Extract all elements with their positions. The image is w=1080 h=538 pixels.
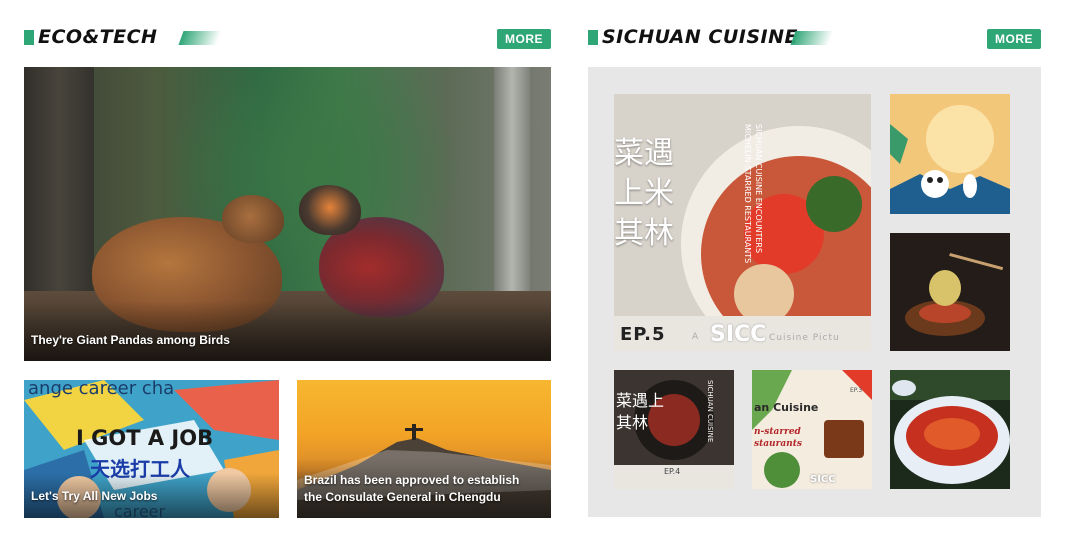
ep3-brand: SICC — [810, 474, 836, 485]
section-title-accent — [790, 31, 834, 45]
ep3-tag: EP.3 — [850, 387, 863, 394]
ep4-episode: EP.4 — [664, 467, 681, 476]
ep3-subtitle: n-starred staurants — [754, 427, 802, 449]
art-text-top: ange career cha — [28, 380, 175, 399]
brand-sub: A — [692, 332, 699, 342]
sichuan-tile-bowl[interactable] — [890, 370, 1010, 489]
main-tile-cn-title: 菜遇上米其林 — [614, 136, 674, 251]
art-text-main: I GOT A JOB — [76, 426, 214, 450]
feature-card-birds[interactable]: They're Giant Pandas among Birds — [24, 67, 551, 361]
sichuan-tile-ep4[interactable]: 菜遇上其林 SICHUAN CUISINE EP.4 — [614, 370, 734, 489]
episode-label: EP.5 — [620, 324, 666, 345]
sichuan-tile-dumpling[interactable] — [890, 233, 1010, 351]
bird-right-head — [299, 185, 361, 235]
sichuan-more-button[interactable]: MORE — [987, 29, 1041, 49]
main-tile-en-vertical: SICHUAN CUISINE ENCOUNTERS MICHELIN-STAR… — [743, 124, 763, 264]
dumpling-artwork — [890, 233, 1010, 351]
sichuan-main-tile[interactable]: 菜遇上米其林 SICHUAN CUISINE ENCOUNTERS MICHEL… — [614, 94, 871, 351]
bowl-artwork — [890, 370, 1010, 489]
bird-left-head — [222, 195, 284, 243]
section-title-accent — [178, 31, 222, 45]
caption-shade — [24, 301, 551, 361]
sichuan-cuisine-header: SICHUAN CUISINE MORE — [588, 24, 1041, 52]
tagline: Cuisine Pictu — [769, 333, 840, 343]
eco-tech-more-button[interactable]: MORE — [497, 29, 551, 49]
card-brazil-consulate[interactable]: Brazil has been approved to establish th… — [297, 380, 551, 518]
card-caption: Brazil has been approved to establish th… — [304, 473, 520, 504]
sichuan-tile-ep3[interactable]: EP.3 an Cuisine n-starred staurants SICC — [752, 370, 872, 489]
sichuan-panel: 菜遇上米其林 SICHUAN CUISINE ENCOUNTERS MICHEL… — [588, 67, 1041, 517]
section-marker-icon — [24, 30, 34, 45]
ep4-cn-title: 菜遇上其林 — [616, 391, 665, 432]
ep3-title: an Cuisine — [754, 401, 819, 414]
sichuan-tile-moon-panda[interactable] — [890, 94, 1010, 214]
section-title: SICHUAN CUISINE — [602, 26, 798, 48]
eco-tech-header: ECO&TECH MORE — [24, 24, 551, 52]
section-marker-icon — [588, 30, 598, 45]
card-caption: Let's Try All New Jobs — [31, 489, 158, 503]
moon-panda-artwork — [890, 94, 1010, 214]
feature-caption: They're Giant Pandas among Birds — [31, 333, 230, 347]
ep4-en-vertical: SICHUAN CUISINE — [706, 380, 714, 443]
brand-logo: SICC — [710, 322, 767, 347]
card-new-jobs[interactable]: ange career cha I GOT A JOB 天选打工人 career… — [24, 380, 279, 518]
section-title: ECO&TECH — [38, 26, 158, 48]
